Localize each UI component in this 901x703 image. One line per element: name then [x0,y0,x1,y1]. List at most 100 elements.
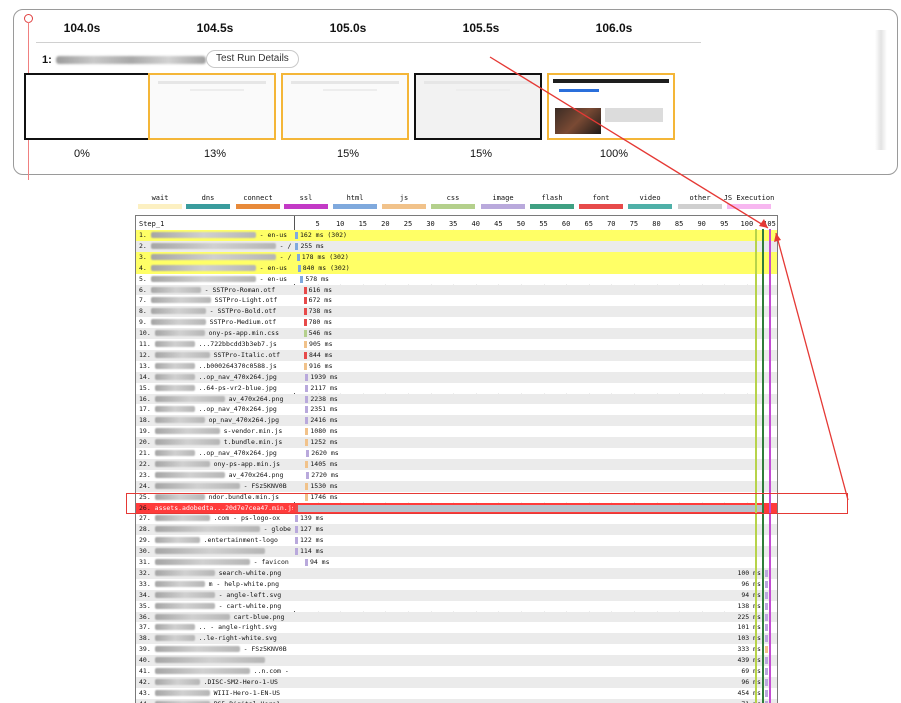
waterfall-row[interactable]: 3. - / 178 ms (302) [136,251,777,263]
blurred-host [154,668,250,674]
request-number: 40. [139,656,155,665]
waterfall-row[interactable]: 32. search-white.png 100 ms [136,567,777,579]
waterfall-row[interactable]: 36. cart-blue.png 225 ms [136,611,777,623]
waterfall-row[interactable]: 41. ..n.com - 69 ms [136,666,777,677]
waterfall-row[interactable]: 38. ..le-right-white.svg 103 ms [136,633,777,645]
legend-swatch [138,204,182,209]
waterfall-row[interactable]: 33. m - help-white.png 96 ms [136,578,777,590]
request-label: 11. ...722bbcdd3b3eb7.js [139,339,293,350]
waterfall-row[interactable]: 31. - favicon 94 ms [136,557,777,568]
waterfall-row[interactable]: 24. - FSz5KNV0B 1530 ms [136,480,777,492]
waterfall-row[interactable]: 27. .com - ps-logo-ox 139 ms [136,513,777,525]
filmstrip-frame-2[interactable] [148,73,276,140]
waterfall-row[interactable]: 21. ..op_nav_470x264.jpg 2620 ms [136,448,777,459]
request-duration: 1080 ms [310,427,338,436]
time-label: 104.0s [63,21,101,35]
waterfall-row[interactable]: 1. - en-us 162 ms (302) [136,230,777,241]
request-name: - globe [259,525,291,534]
waterfall-row[interactable]: 2. - / 255 ms [136,240,777,252]
legend-label-css: css [446,194,460,202]
tick-label: 60 [561,220,571,228]
blurred-host [154,548,265,555]
request-number: 19. [139,427,155,436]
tick-label: 100 [740,220,754,228]
waterfall-row[interactable]: 28. - globe 127 ms [136,524,777,536]
request-label: 18. op_nav_470x264.jpg [139,415,293,426]
waterfall-row[interactable]: 17. ..op_nav_470x264.jpg 2351 ms [136,404,777,416]
waterfall-row[interactable]: 22. ony-ps-app.min.js 1405 ms [136,458,777,470]
request-number: 8. [139,307,151,316]
filmstrip-frame-4[interactable] [414,73,542,140]
waterfall-row[interactable]: 8. - SSTPro-Bold.otf 738 ms [136,306,777,318]
waterfall-row[interactable]: 37. .. - angle-right.svg 101 ms [136,622,777,634]
blurred-host [154,373,195,380]
waterfall-row[interactable]: 18. op_nav_470x264.jpg 2416 ms [136,415,777,427]
waterfall-row[interactable]: 15. ..64-ps-vr2-blue.jpg 2117 ms [136,382,777,394]
tick-label: 65 [584,220,593,228]
request-duration: 1530 ms [310,481,338,490]
highlight-box [126,493,848,514]
waterfall-row[interactable]: 5. - en-us 578 ms [136,273,777,285]
request-label: 13. ..b000264370c0588.js [139,361,293,372]
request-name: ony-ps-app.min.css [204,329,280,338]
waterfall-row[interactable]: 40. 439 ms [136,655,777,666]
filmstrip-frame-5[interactable] [547,73,675,140]
frame-percent: 15% [469,148,493,160]
request-label: 20. t.bundle.min.js [139,437,293,448]
waterfall-row[interactable]: 4. - en-us 840 ms (302) [136,262,777,274]
test-run-details-button[interactable]: Test Run Details [206,50,299,68]
request-bar [764,646,768,654]
request-number: 10. [139,329,155,338]
waterfall-row[interactable]: 43. WIII-Hero-1-EN-US 454 ms [136,687,777,699]
waterfall-row[interactable]: 19. s-vendor.min.js 1080 ms [136,426,777,438]
waterfall-row[interactable]: 23. av_470x264.png 2720 ms [136,469,777,481]
waterfall-row[interactable]: 20. t.bundle.min.js 1252 ms [136,437,777,448]
scroll-shadow [875,30,887,150]
request-bar [304,362,308,370]
waterfall-row[interactable]: 9. SSTPro-Medium.otf 780 ms [136,317,777,329]
waterfall-row[interactable]: 35. - cart-white.png 138 ms [136,600,777,612]
request-label: 5. - en-us [139,274,293,285]
blurred-host [150,319,206,326]
waterfall-row[interactable]: 7. SSTPro-Light.otf 672 ms [136,295,777,307]
request-name: - en-us [255,263,288,272]
waterfall-row[interactable]: 6. - SSTPro-Roman.otf 616 ms [136,284,777,296]
event-marker-line [761,229,764,703]
request-label: 40. [139,655,293,666]
request-label: 41. ..n.com - [139,666,293,677]
blurred-host [154,395,225,402]
blurred-host [154,351,210,358]
waterfall-row[interactable]: 16. av_470x264.png 2238 ms [136,393,777,405]
waterfall-row[interactable]: 14. ..op_nav_470x264.jpg 1939 ms [136,371,777,383]
waterfall-row[interactable]: 42. .DISC-SM2-Hero-1-US 96 ms [136,676,777,688]
legend-swatch [236,204,280,209]
request-duration: 139 ms [300,514,324,523]
request-name: - FSz5KNV0B [239,481,287,490]
event-marker-line [769,229,772,703]
filmstrip-frame-3[interactable] [281,73,409,140]
request-label: 22. ony-ps-app.min.js [139,459,293,470]
request-number: 29. [139,536,155,545]
tick-label: 105 [763,220,776,228]
request-name: - / [275,241,292,250]
waterfall-row[interactable]: 13. ..b000264370c0588.js 916 ms [136,360,777,372]
filmstrip-frame-1[interactable] [24,73,152,140]
waterfall-row[interactable]: 12. SSTPro-Italic.otf 844 ms [136,349,777,361]
waterfall-row[interactable]: 34. - angle-left.svg 94 ms [136,589,777,601]
request-number: 21. [139,449,155,457]
request-bar [305,406,309,414]
legend-label-font: font [592,194,610,202]
request-label: 37. .. - angle-right.svg [139,622,293,633]
waterfall-row[interactable]: 11. ...722bbcdd3b3eb7.js 905 ms [136,339,777,350]
waterfall-row[interactable]: 39. - FSz5KNV0B 333 ms [136,644,777,656]
waterfall-row[interactable]: 29. .entertainment-logo 122 ms [136,535,777,547]
request-duration: 127 ms [300,525,324,534]
request-number: 30. [139,547,155,556]
legend-swatch [579,204,623,209]
request-duration: 672 ms [308,296,333,305]
waterfall-row[interactable]: 10. ony-ps-app.min.css 546 ms [136,328,777,339]
waterfall-row[interactable]: 44. PS5-Digital-Hero1 71 ms [136,698,777,703]
frame-percent: 15% [336,148,360,160]
waterfall-table: Step_1 5 10 15 20 25 30 35 40 45 50 55 60 65 70 75 80 85… [135,215,778,703]
waterfall-row[interactable]: 30. 114 ms [136,546,777,557]
